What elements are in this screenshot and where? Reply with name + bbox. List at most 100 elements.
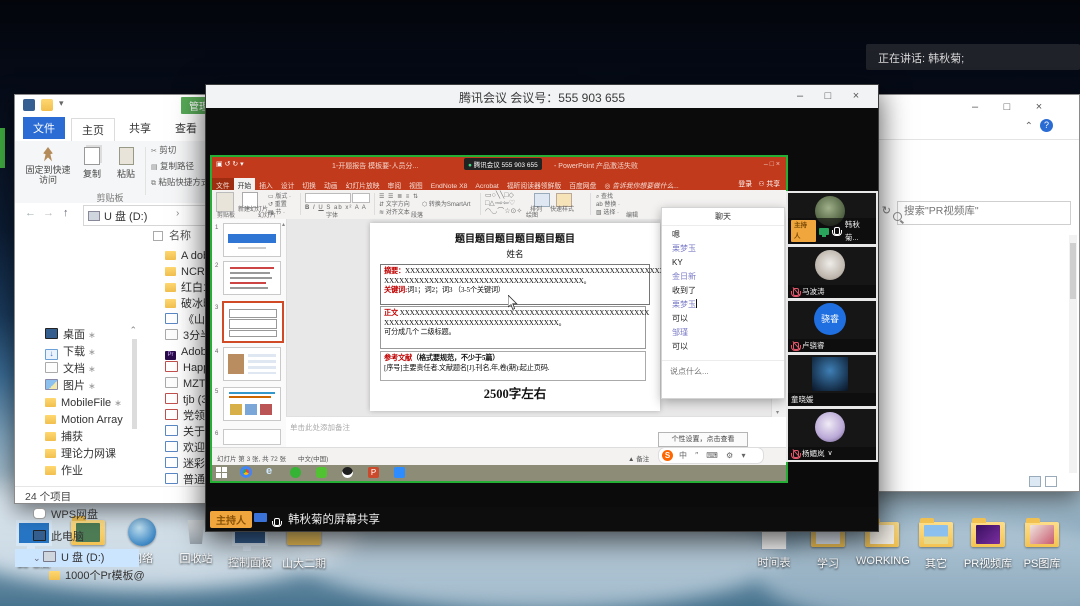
back-icon[interactable]: ← [25,207,36,219]
layout-button[interactable]: ▭ 版式 · [268,193,291,201]
sidebar-item-pictures[interactable]: 图片 ∗ [45,378,96,395]
scrollbar-thumb[interactable] [1070,243,1076,299]
arrange-icon[interactable] [534,193,550,207]
minimize-icon[interactable]: – [961,99,989,115]
forward-icon[interactable]: → [43,207,54,219]
pin-to-quick-access-button[interactable]: 固定到快速访问 [25,145,71,199]
sogou-input-bar[interactable]: S 中 ″ ⌨ ⚙ ▾ [658,447,764,464]
desktop-icon-pr-library[interactable]: PR视频库 [962,514,1014,571]
quick-access-icon[interactable] [41,99,53,111]
scrollbar-thumb[interactable] [132,339,137,429]
slide-thumbnail-2[interactable] [223,261,281,295]
slide-thumbnail-6[interactable] [223,429,281,445]
ppt-window-controls[interactable]: – □ × [764,161,780,168]
file-row[interactable]: MZT [165,377,206,392]
scroll-up-icon[interactable]: ▴ [282,221,285,228]
minimize-icon[interactable]: – [786,88,814,104]
participant-tile[interactable]: 童晓媛 [786,353,878,408]
participant-tile-host[interactable]: 主持人 韩秋菊... [786,191,878,246]
sidebar-item-homework[interactable]: 作业 [45,463,83,480]
list-view-icon[interactable] [1045,476,1057,487]
ribbon-collapse-icon[interactable]: ⌃ [1025,121,1033,132]
close-icon[interactable]: × [1025,99,1053,115]
notes-toggle[interactable]: ▲ 备注 [628,453,649,463]
scroll-down-icon[interactable]: ▾ [776,409,779,416]
chat-input[interactable] [668,366,776,377]
ppt-login-button[interactable]: 登录 [738,178,752,188]
ppt-tab-acrobat[interactable]: Acrobat [471,181,502,190]
sidebar-item-motion-array[interactable]: Motion Array [45,412,123,429]
text-direction-button[interactable]: ⇵ 文字方向 [379,201,410,209]
quick-styles-icon[interactable] [556,193,572,207]
replace-button[interactable]: ab 替换 · [596,201,620,209]
edge-icon[interactable]: e [266,465,272,477]
desktop-icon-other[interactable]: 其它 [910,514,962,571]
help-icon[interactable]: ? [1040,119,1053,132]
ppt-tab-animations[interactable]: 动画 [320,178,342,190]
scrollbar[interactable] [1069,235,1077,473]
select-all-checkbox[interactable] [153,231,163,241]
sidebar-item-capture[interactable]: 捕获 [45,429,83,446]
font-size-box[interactable] [352,193,370,203]
ppt-tab-baidu[interactable]: 百度网盘 [565,178,600,190]
quick-access-dropdown-icon[interactable]: ▾ [59,98,64,109]
search-box[interactable] [897,201,1071,225]
maximize-icon[interactable]: □ [993,99,1021,115]
copy-path-button[interactable]: ▤ 复制路径 [151,159,194,175]
participant-tile[interactable]: 马波涛 [786,245,878,300]
sidebar-item-downloads[interactable]: ↓下载 ∗ [45,344,96,361]
ppt-tab-review[interactable]: 审阅 [384,178,406,190]
sidebar-item-documents[interactable]: 文档 ∗ [45,361,96,378]
ppt-tab-design[interactable]: 设计 [277,178,299,190]
language-indicator[interactable]: 中文(中国) [298,453,328,463]
ppt-tab-foxit[interactable]: 福昕阅读器领鲜版 [503,178,565,190]
column-header-name[interactable]: 名称 [169,227,191,243]
participant-tile[interactable]: 骁睿 卢骁睿 [786,299,878,354]
ppt-tab-home[interactable]: 开始 [234,178,256,190]
ppt-tab-endnote[interactable]: EndNote X8 [427,181,472,190]
smartart-button[interactable]: ⬡ 转换为SmartArt [422,201,471,209]
tab-share[interactable]: 共享 [119,117,161,139]
sidebar-item-this-pc[interactable]: 此电脑 [33,529,84,546]
participant-tile[interactable]: 杨媚岚 ∨ [786,407,878,462]
slide-thumbnail-1[interactable] [223,223,281,257]
tab-file[interactable]: 文件 [23,117,65,139]
search-input[interactable] [902,204,1052,218]
ppt-tab-transitions[interactable]: 切换 [298,178,320,190]
meeting-app-icon[interactable] [394,467,405,478]
ppt-tab-file[interactable]: 文件 [212,178,234,190]
360-icon[interactable] [290,467,301,478]
slide-thumbnail-5[interactable] [223,387,281,421]
sidebar-item-usb-drive[interactable]: ⌄ U 盘 (D:) [33,550,104,567]
list-align-buttons[interactable]: ☰ ☰ ≣ ≡ ⇅ [379,193,419,201]
ppt-tab-slideshow[interactable]: 幻灯片放映 [342,178,384,190]
slide-thumbnail-4[interactable] [223,347,281,381]
ppt-tab-insert[interactable]: 插入 [255,178,277,190]
ppt-share-button[interactable]: ⚇ 共享 [758,178,780,188]
cut-button[interactable]: ✂ 剪切 [151,143,176,159]
chrome-icon[interactable] [240,466,252,478]
reset-button[interactable]: ↺ 重置 [268,201,287,209]
wechat-icon[interactable] [316,467,327,478]
details-view-icon[interactable] [1029,476,1041,487]
font-name-box[interactable] [305,193,351,203]
tab-home[interactable]: 主页 [71,118,115,141]
paste-button[interactable] [216,192,234,212]
slide[interactable]: 题目题目题目题目题目题目 姓名 摘要：XXXXXXXXXXXXXXXXXXXXX… [370,223,660,411]
desktop-icon-ps-library[interactable]: PS图库 [1016,514,1068,571]
tell-me-box[interactable]: ◎ 告诉我你想要做什么... [600,178,683,190]
up-icon[interactable]: ↑ [63,207,69,219]
ppt-quick-access-icons[interactable]: ▣ ↺ ↻ ▾ [216,160,244,168]
sidebar-item-pr-templates[interactable]: 1000个Pr模板@ [49,568,145,585]
font-style-buttons[interactable]: B I U S ab x² A A [305,204,367,212]
refresh-icon[interactable]: ↻ [882,204,891,217]
sidebar-item-desktop[interactable]: 桌面 ∗ [45,327,96,344]
chevron-down-icon[interactable]: ∨ [828,447,833,460]
select-button[interactable]: ▧ 选择 · [596,209,619,217]
sidebar-item-wps-cloud[interactable]: WPS网盘 [33,507,98,524]
breadcrumb[interactable]: U 盘 (D:) › [83,205,215,226]
qq-icon[interactable] [342,467,353,478]
ime-mode-icons[interactable]: 中 ″ ⌨ ⚙ ▾ [679,450,748,461]
start-icon[interactable] [216,467,227,478]
ppt-tab-view[interactable]: 视图 [405,178,427,190]
